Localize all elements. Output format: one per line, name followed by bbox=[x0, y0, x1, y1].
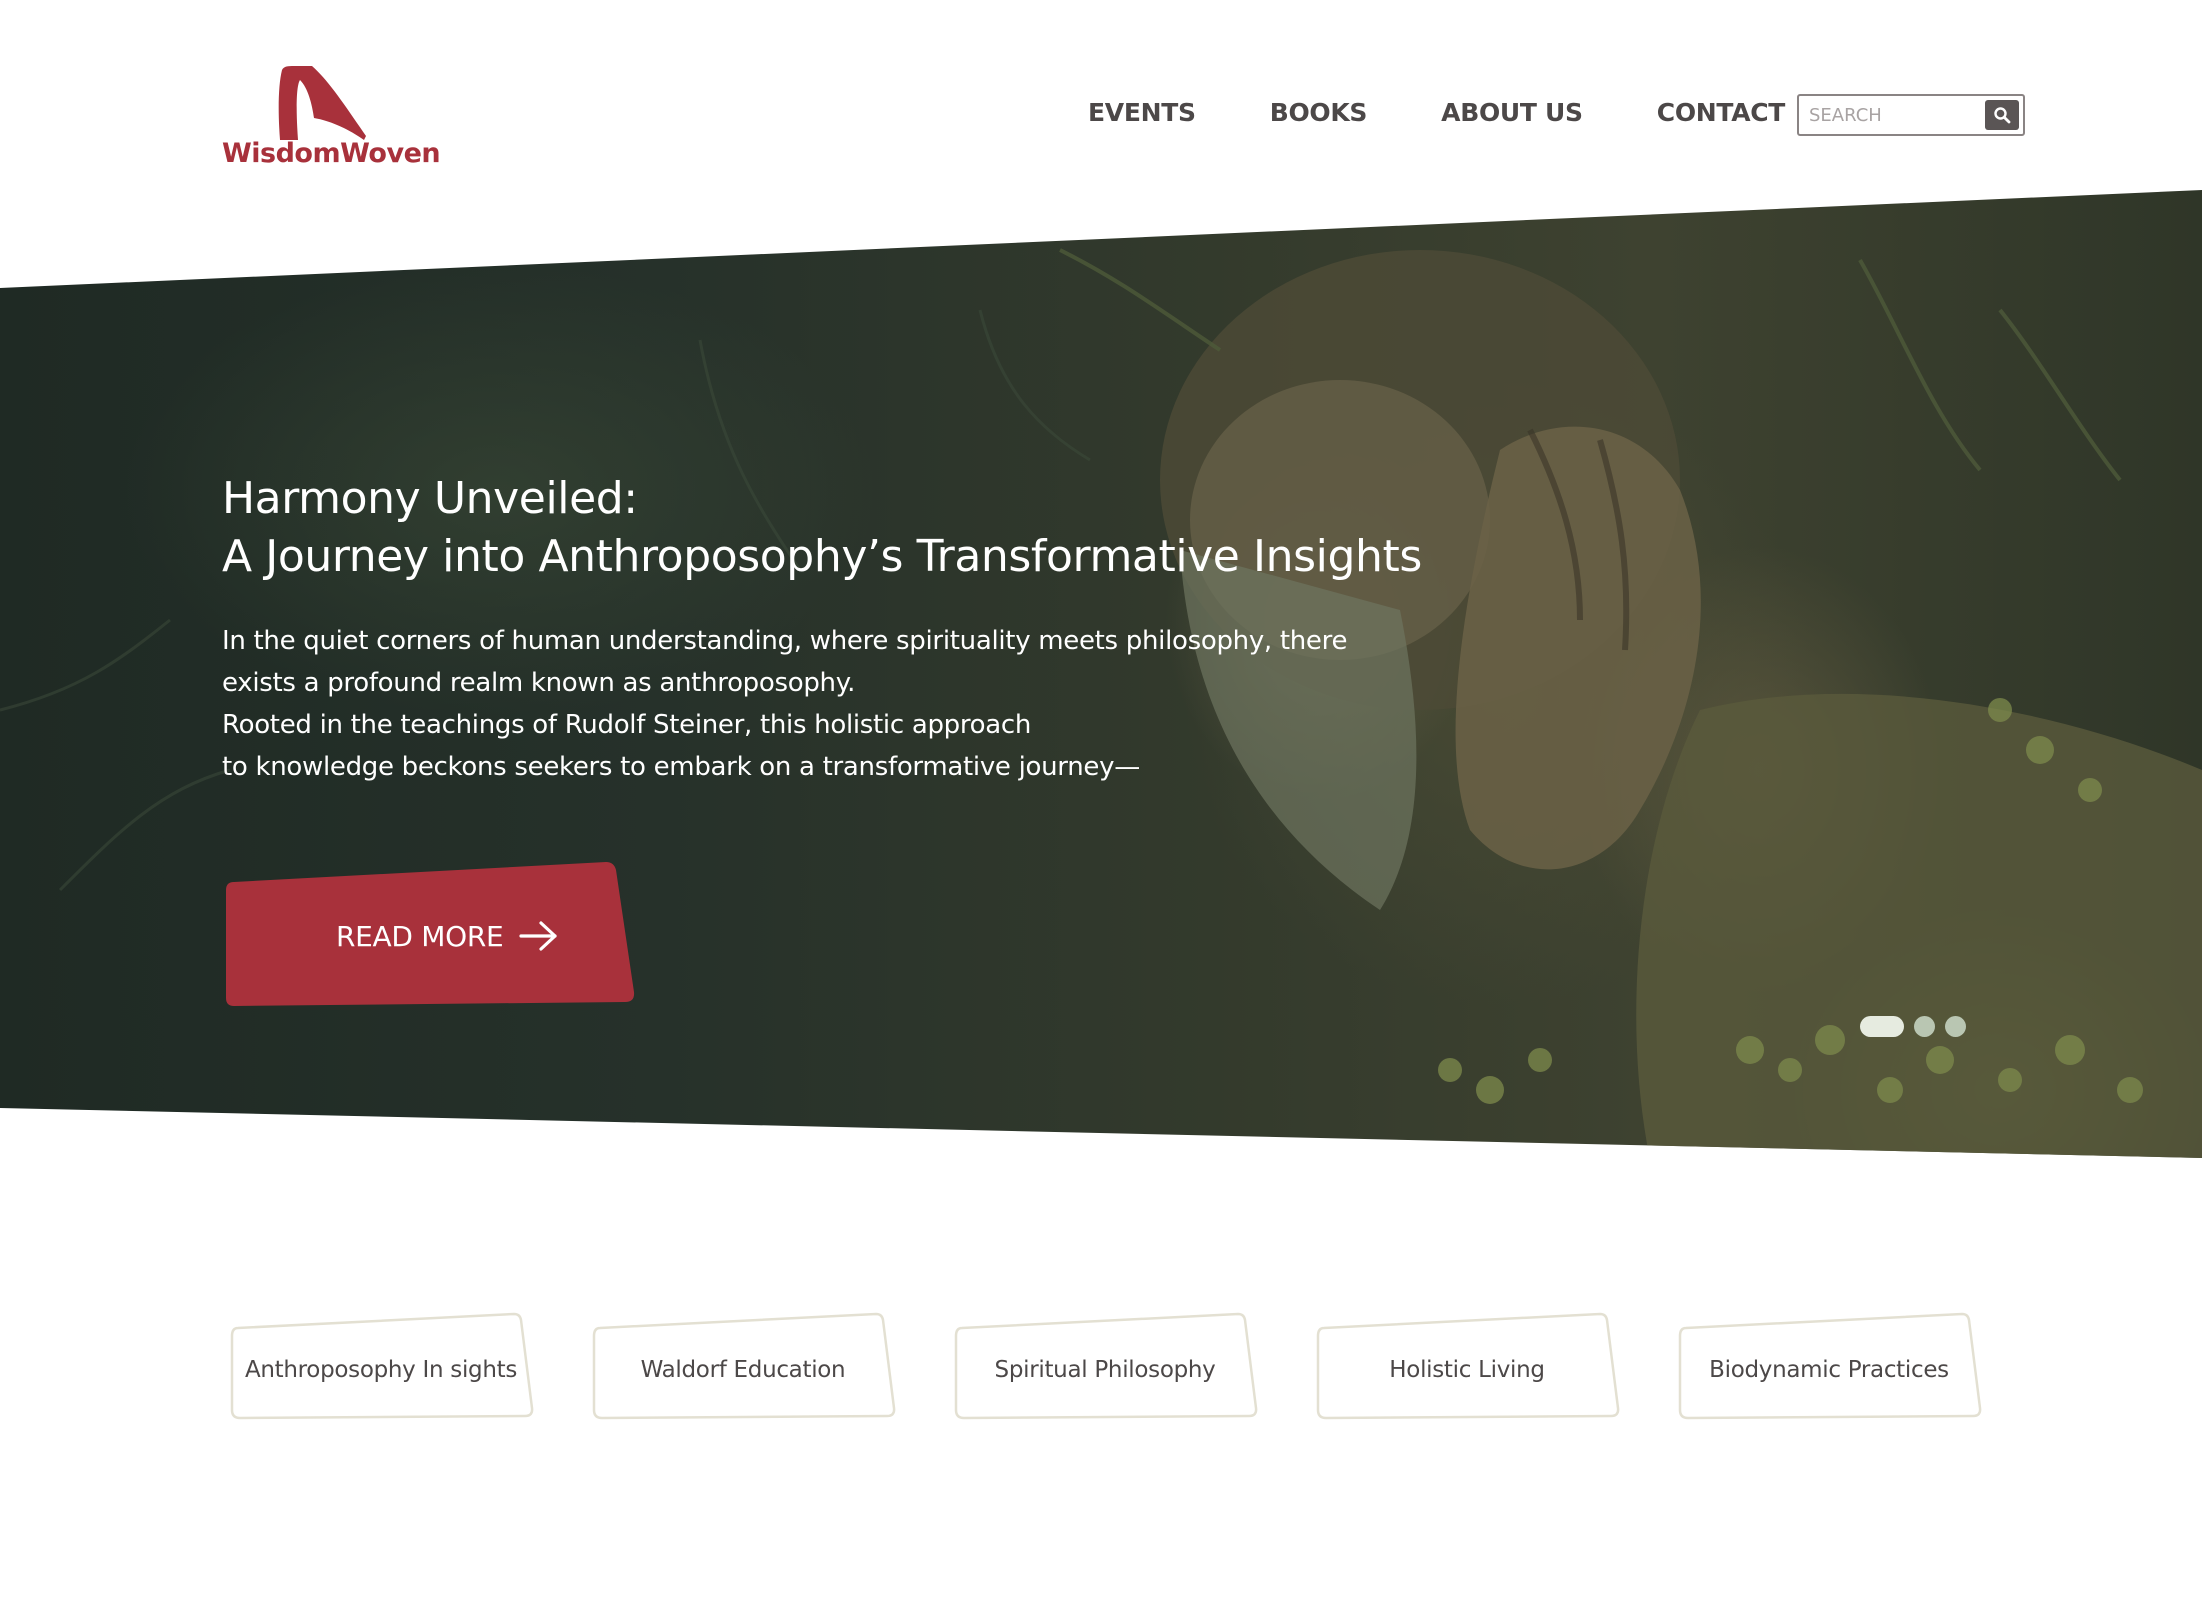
category-tag-anthroposophy-insights[interactable]: Anthroposophy In sights bbox=[228, 1310, 534, 1422]
search-icon bbox=[1994, 107, 2011, 124]
search-button[interactable] bbox=[1985, 100, 2019, 130]
category-tag-holistic-living[interactable]: Holistic Living bbox=[1314, 1310, 1620, 1422]
hero-description-line: In the quiet corners of human understand… bbox=[222, 626, 1348, 656]
logo[interactable]: WisdomWoven bbox=[222, 64, 441, 174]
nav-events[interactable]: EVENTS bbox=[1088, 98, 1196, 127]
category-tag-spiritual-philosophy[interactable]: Spiritual Philosophy bbox=[952, 1310, 1258, 1422]
hero-description-line: Rooted in the teachings of Rudolf Steine… bbox=[222, 710, 1032, 740]
search-box bbox=[1797, 94, 2025, 136]
category-tag-label: Spiritual Philosophy bbox=[994, 1357, 1216, 1383]
nav-contact[interactable]: CONTACT bbox=[1657, 98, 1786, 127]
category-tag-label: Holistic Living bbox=[1389, 1357, 1545, 1383]
hero-description-line: to knowledge beckons seekers to embark o… bbox=[222, 752, 1140, 782]
nav-about-us[interactable]: ABOUT US bbox=[1441, 98, 1583, 127]
category-tags: Anthroposophy In sights Waldorf Educatio… bbox=[228, 1310, 2028, 1430]
category-tag-label: Anthroposophy In sights bbox=[244, 1357, 518, 1383]
hero-description: In the quiet corners of human understand… bbox=[222, 620, 1347, 788]
slider-dots bbox=[1860, 1016, 1966, 1037]
category-tag-label: Waldorf Education bbox=[640, 1357, 846, 1383]
search-input[interactable] bbox=[1809, 96, 1979, 134]
slider-dot-3[interactable] bbox=[1945, 1016, 1966, 1037]
read-more-label: READ MORE bbox=[336, 920, 504, 953]
read-more-button[interactable]: READ MORE bbox=[224, 860, 636, 1006]
category-tag-waldorf-education[interactable]: Waldorf Education bbox=[590, 1310, 896, 1422]
main-nav: EVENTS BOOKS ABOUT US CONTACT bbox=[1088, 98, 1785, 127]
hero-title: Harmony Unveiled: A Journey into Anthrop… bbox=[222, 470, 1422, 586]
hero-title-line: A Journey into Anthroposophy’s Transform… bbox=[222, 531, 1422, 582]
logo-text: WisdomWoven bbox=[222, 138, 441, 169]
logo-mark-icon bbox=[278, 66, 366, 140]
slider-dot-1[interactable] bbox=[1860, 1016, 1904, 1037]
hero-description-line: exists a profound realm known as anthrop… bbox=[222, 668, 856, 698]
hero-title-line: Harmony Unveiled: bbox=[222, 473, 638, 524]
slider-dot-2[interactable] bbox=[1914, 1016, 1935, 1037]
arrow-right-icon bbox=[519, 921, 557, 951]
category-tag-biodynamic-practices[interactable]: Biodynamic Practices bbox=[1676, 1310, 1982, 1422]
nav-books[interactable]: BOOKS bbox=[1270, 98, 1368, 127]
category-tag-label: Biodynamic Practices bbox=[1709, 1357, 1949, 1383]
